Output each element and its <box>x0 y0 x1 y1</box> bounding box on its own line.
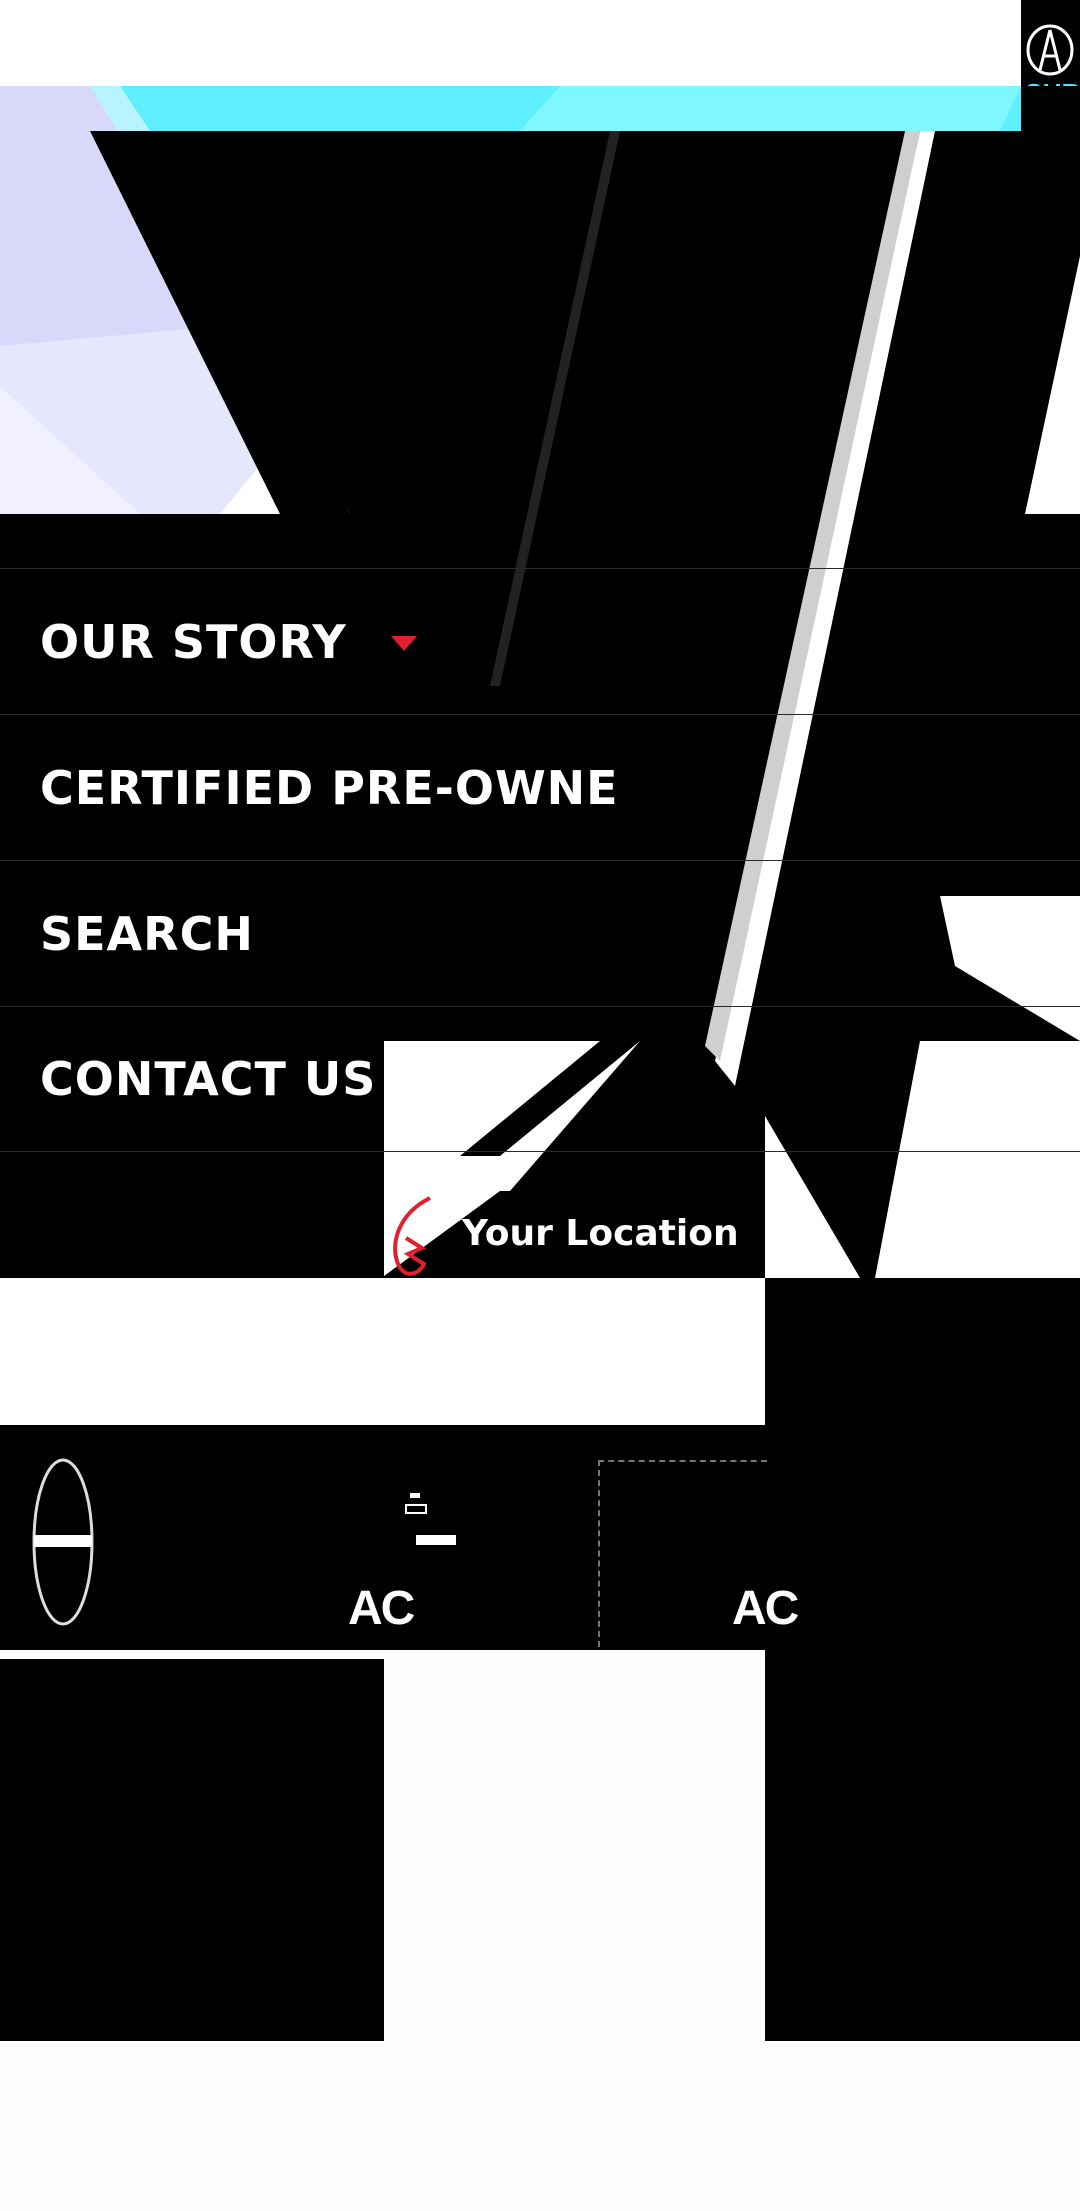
nav-label: OUR STORY <box>40 614 347 669</box>
top-bar <box>0 0 1021 86</box>
nav-label: CERTIFIED PRE-OWNE <box>40 760 619 815</box>
badge-label-left: AC <box>348 1582 415 1635</box>
main-nav: OUR STORY CERTIFIED PRE-OWNE SEARCH CONT… <box>0 568 1080 1152</box>
white-band <box>0 1278 765 1425</box>
nav-item-our-story[interactable]: OUR STORY <box>0 568 1080 714</box>
nav-item-contact-us[interactable]: CONTACT US <box>0 1006 1080 1152</box>
bottom-left-block <box>0 1659 384 2041</box>
nav-label: CONTACT US <box>40 1052 377 1106</box>
location-selector[interactable]: Your Location <box>384 1190 764 1276</box>
right-column-block <box>765 1278 1080 2041</box>
nav-item-certified-pre-owned[interactable]: CERTIFIED PRE-OWNE <box>0 714 1080 860</box>
footer-strip: AC AC <box>0 1425 799 1650</box>
location-label: Your Location <box>462 1212 739 1254</box>
minus-circle-icon[interactable] <box>30 1457 96 1627</box>
nav-label: SEARCH <box>40 906 254 961</box>
bottom-middle-block <box>384 1659 765 2041</box>
location-pin-icon <box>393 1196 431 1276</box>
nav-item-search[interactable]: SEARCH <box>0 860 1080 1006</box>
caret-down-icon[interactable] <box>390 636 417 651</box>
badge-graphic-left <box>380 1485 480 1565</box>
badge-label-right: AC <box>732 1582 799 1635</box>
